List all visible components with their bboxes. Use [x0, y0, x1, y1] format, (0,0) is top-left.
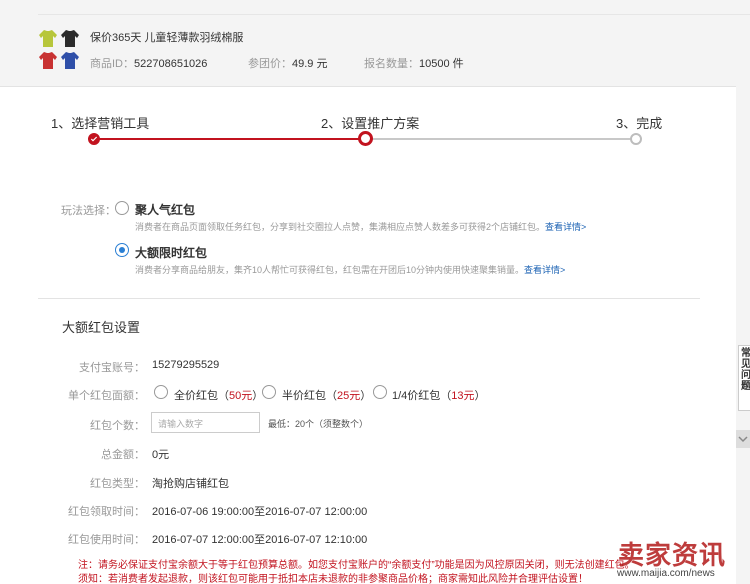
face-half-option[interactable]: 半价红包（25元） — [282, 387, 371, 403]
play-option-big-title[interactable]: 大额限时红包 — [135, 244, 207, 261]
jacket-icon — [60, 50, 80, 70]
step-1-label: 1、选择营销工具 — [51, 116, 150, 131]
count-hint: 最低：20个（须整数个） — [268, 419, 369, 429]
step-1-check-icon — [88, 133, 100, 145]
progress-line-todo — [366, 138, 636, 140]
step-2-label: 2、设置推广方案 — [321, 116, 420, 131]
faq-side-tab[interactable]: 常见问题 — [738, 345, 750, 411]
face-full-radio[interactable] — [154, 385, 168, 399]
play-option-big-radio[interactable] — [115, 243, 129, 257]
side-arrow-icon[interactable] — [736, 430, 750, 448]
product-price: 参团价：49.9 元 — [248, 58, 328, 70]
total-value: 0元 — [152, 449, 170, 461]
claim-time-label: 红包领取时间： — [68, 506, 145, 518]
count-input[interactable]: 请输入数字 — [151, 412, 260, 433]
type-label: 红包类型： — [90, 478, 145, 490]
enroll-count: 报名数量：10500 件 — [364, 58, 464, 70]
product-name[interactable]: 保价365天 儿童轻薄款羽绒棉服 — [90, 29, 243, 45]
face-quarter-option[interactable]: 1/4价红包（13元） — [392, 387, 486, 403]
product-id: 商品ID：522708651026 — [90, 58, 208, 70]
jacket-icon — [38, 28, 58, 48]
face-value-label: 单个红包面额： — [68, 390, 145, 402]
alipay-value: 15279295529 — [152, 359, 220, 371]
count-label: 红包个数： — [90, 420, 145, 432]
watermark-url: www.maijia.com/news — [617, 568, 715, 579]
progress-line-done — [94, 138, 366, 140]
play-option-renqi-desc: 消费者在商品页面领取任务红包，分享到社交圈拉人点赞，集满相应点赞人数差多可获得2… — [135, 222, 587, 232]
play-option-big-desc: 消费者分享商品给朋友，集齐10人帮忙可获得红包，红包需在开团后10分钟内使用快速… — [135, 265, 566, 275]
product-thumbnail[interactable] — [38, 28, 82, 72]
jacket-icon — [60, 28, 80, 48]
notice-line-2: 须知：若消费者发起退款，则该红包可能用于抵扣本店未退款的非参聚商品价格；商家需知… — [78, 574, 588, 584]
view-details-link[interactable]: 查看详情> — [545, 222, 586, 232]
play-option-renqi-radio[interactable] — [115, 201, 129, 215]
face-quarter-radio[interactable] — [373, 385, 387, 399]
section-divider — [38, 298, 700, 299]
use-time-value: 2016-07-07 12:00:00至2016-07-07 12:10:00 — [152, 534, 368, 546]
total-label: 总金额： — [101, 449, 145, 461]
claim-time-value: 2016-07-06 19:00:00至2016-07-07 12:00:00 — [152, 506, 368, 518]
type-value: 淘抢购店铺红包 — [152, 478, 229, 490]
face-full-option[interactable]: 全价红包（50元） — [174, 387, 263, 403]
face-half-radio[interactable] — [262, 385, 276, 399]
watermark-brand: 卖家资讯 — [618, 540, 727, 570]
step-3-label: 3、完成 — [616, 116, 663, 131]
alipay-label: 支付宝账号： — [79, 362, 145, 374]
section-title: 大额红包设置 — [62, 320, 141, 335]
view-details-link[interactable]: 查看详情> — [524, 265, 565, 275]
jacket-icon — [38, 50, 58, 70]
use-time-label: 红包使用时间： — [68, 534, 145, 546]
step-3-marker — [630, 133, 642, 145]
step-2-current-marker — [358, 131, 373, 146]
notice-line-1: 注：请务必保证支付宝余额大于等于红包预算总额。如您支付宝账户的“余额支付”功能是… — [78, 560, 635, 571]
top-divider — [38, 14, 750, 15]
play-choose-label: 玩法选择： — [61, 205, 116, 217]
play-option-renqi-title[interactable]: 聚人气红包 — [135, 201, 195, 218]
